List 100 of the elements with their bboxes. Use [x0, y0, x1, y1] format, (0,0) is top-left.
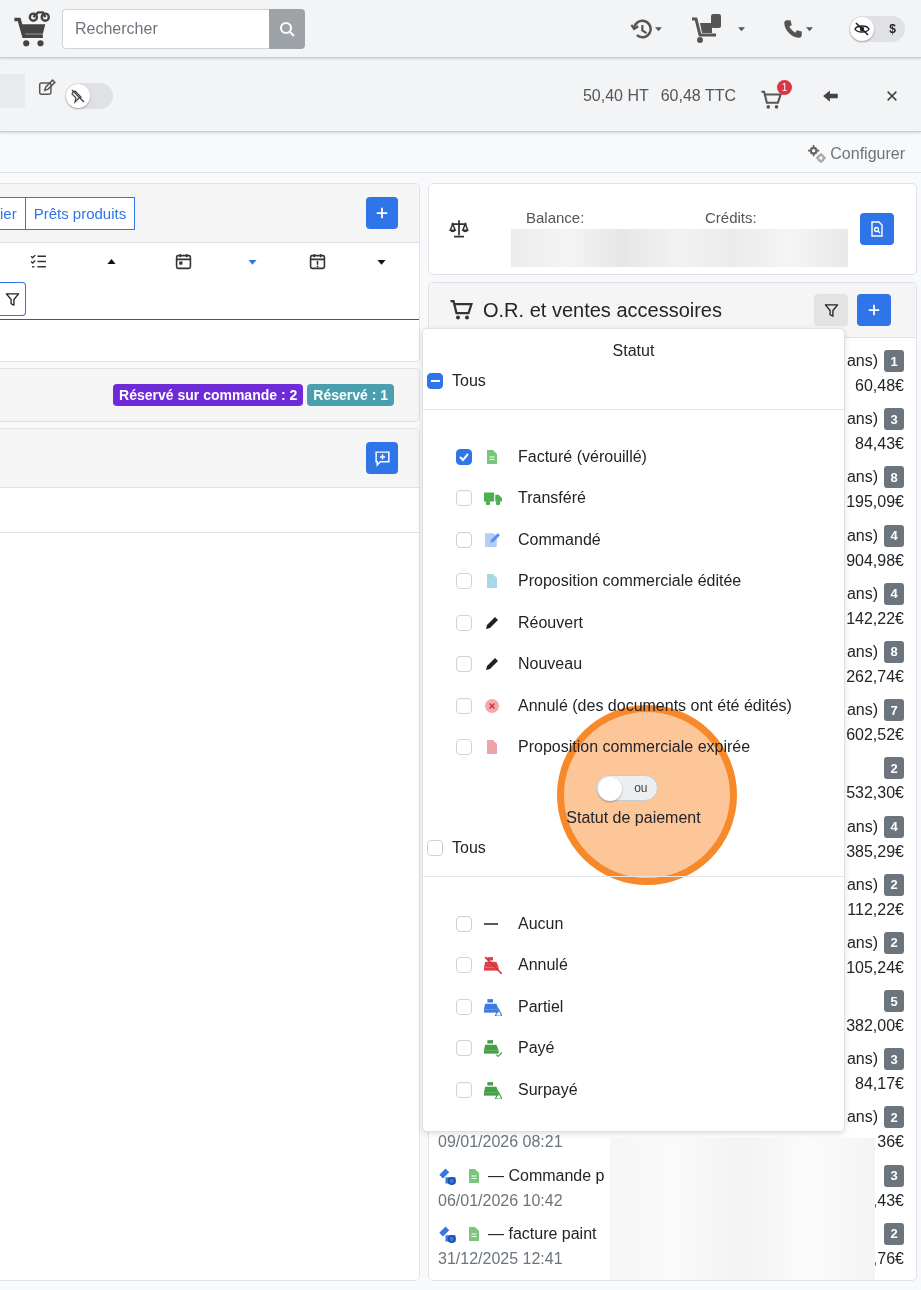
item-count-badge: 2 — [884, 931, 904, 954]
item-count-badge: 7 — [884, 699, 904, 722]
order-date: 31/12/2025 12:41 — [438, 1249, 563, 1268]
sort-column-button[interactable] — [29, 252, 47, 270]
order-amount: 385,29€ — [846, 842, 904, 861]
order-title: ans) — [846, 642, 878, 661]
filter-button[interactable] — [814, 294, 848, 326]
order-amount: 60,48€ — [855, 377, 904, 395]
order-title: ans) — [846, 817, 878, 836]
history-icon — [630, 17, 652, 40]
pencil-icon — [484, 614, 500, 631]
item-count-badge: 1 — [884, 350, 904, 372]
file-search-icon — [869, 221, 885, 237]
eye-slash-icon — [854, 20, 870, 37]
close-icon — [885, 88, 899, 103]
checkbox-label: Partiel — [518, 997, 564, 1016]
edit-button[interactable] — [38, 78, 56, 97]
close-button[interactable] — [885, 88, 899, 103]
order-title: ans) — [846, 1050, 878, 1069]
order-title: ans) — [846, 410, 878, 429]
item-count-badge: 8 — [884, 466, 904, 489]
search-button[interactable] — [269, 8, 305, 49]
dash-icon — [484, 921, 498, 926]
invoice-file-icon — [484, 448, 500, 465]
search-field[interactable]: Rechercher — [62, 8, 269, 49]
order-amount: 105,24€ — [846, 958, 904, 977]
order-title: ans) — [846, 352, 878, 370]
order-amount: 84,17€ — [855, 1075, 904, 1094]
order-amount: 84,43€ — [855, 435, 904, 454]
order-title: ans) — [846, 584, 878, 603]
register-warning-icon — [484, 1080, 502, 1099]
checkbox-label: Tous — [452, 372, 486, 390]
item-count-badge: 2 — [884, 1106, 904, 1129]
filter-icon — [823, 302, 839, 318]
file-icon — [466, 1225, 482, 1242]
checkbox-label: Tous — [452, 839, 486, 857]
order-title: ans) — [846, 933, 878, 952]
checkbox-label: Surpayé — [518, 1080, 578, 1099]
file-icon — [484, 573, 500, 590]
reservation-badge: Réservé : 1 — [307, 384, 394, 406]
pin-slash-icon — [70, 87, 86, 104]
order-amount: 36€ — [877, 1133, 904, 1152]
order-title: ans) — [846, 1108, 878, 1127]
phone-button[interactable] — [783, 18, 815, 39]
configure-button[interactable]: Configurer — [808, 144, 905, 163]
checkbox[interactable] — [456, 448, 472, 465]
crossed-register-icon — [484, 956, 502, 975]
item-count-badge: 3 — [884, 1164, 904, 1187]
order-amount: 602,52€ — [846, 726, 904, 745]
order-title: ans) — [846, 875, 878, 894]
edit-icon — [38, 78, 56, 97]
item-count-badge: 3 — [884, 1048, 904, 1071]
order-date: 06/01/2026 10:42 — [438, 1191, 563, 1210]
add-button[interactable] — [366, 197, 398, 229]
checkbox-label: Nouveau — [518, 655, 583, 674]
pin-toggle[interactable] — [65, 82, 113, 109]
search-icon — [279, 20, 295, 37]
add-button[interactable] — [857, 294, 891, 326]
sort-column-button[interactable] — [175, 252, 192, 270]
document-search-button[interactable] — [860, 213, 894, 245]
checkbox-label: Facturé (vérouillé) — [518, 447, 647, 466]
plus-icon — [375, 206, 389, 220]
register-warning-icon — [484, 997, 502, 1016]
balance-label: Balance: — [526, 209, 585, 226]
order-amount: ,76€ — [872, 1249, 904, 1268]
cancel-circle-icon — [484, 697, 500, 714]
checkbox-label: Annulé — [518, 956, 568, 975]
or-toggle[interactable]: ou — [595, 775, 658, 801]
item-count-badge: 2 — [884, 873, 904, 896]
item-count-badge: 4 — [884, 524, 904, 547]
visibility-toggle[interactable]: $ — [849, 15, 905, 42]
add-comment-button[interactable] — [366, 442, 398, 474]
cart-icon — [449, 298, 473, 322]
filter-button[interactable] — [0, 282, 26, 316]
order-title: ans) — [846, 526, 878, 545]
section-title: Statut — [611, 342, 656, 361]
filter-icon — [5, 291, 20, 307]
checkbox-label: Commandé — [518, 530, 601, 549]
file-icon — [484, 739, 500, 756]
tab[interactable]: ier — [0, 196, 26, 230]
history-button[interactable] — [630, 17, 664, 40]
order-amount: 195,09€ — [846, 493, 904, 512]
order-amount: 262,74€ — [846, 667, 904, 686]
item-count-badge: 2 — [884, 1222, 904, 1245]
checkbox[interactable] — [427, 373, 443, 389]
order-amount: 112,22€ — [847, 900, 904, 919]
order-amount: 142,22€ — [846, 609, 904, 628]
order-title: — Commande p — [488, 1166, 605, 1185]
item-count-badge: 4 — [884, 815, 904, 838]
order-title: ans) — [846, 468, 878, 487]
order-amount: ,43€ — [872, 1191, 904, 1210]
order-amount: 904,98€ — [846, 551, 904, 570]
logo-icon — [12, 9, 50, 48]
tab[interactable]: Prêts produits — [24, 196, 136, 230]
cart-button[interactable]: 1 — [760, 80, 792, 111]
gears-icon — [808, 144, 827, 163]
checkbox-label: Transféré — [518, 489, 586, 508]
total-excl-tax: 50,40 HT — [582, 86, 649, 105]
cart-phone-button[interactable] — [690, 12, 747, 45]
sort-column-button[interactable] — [308, 252, 326, 270]
